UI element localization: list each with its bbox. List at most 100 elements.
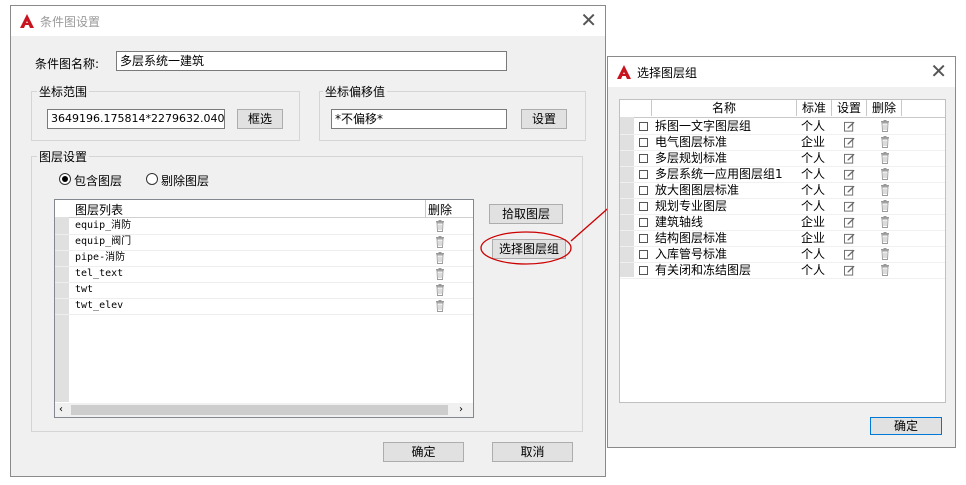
drawing-name-input[interactable]: 多层系统一建筑	[116, 51, 507, 71]
row-checkbox[interactable]	[639, 234, 648, 243]
layer-list-header-label: 图层列表	[75, 203, 124, 217]
group-standard: 企业	[801, 135, 826, 149]
row-checkbox[interactable]	[639, 122, 648, 131]
table-row[interactable]: equip_消防	[55, 218, 473, 235]
trash-icon[interactable]	[880, 200, 890, 212]
scroll-left-icon[interactable]: ‹	[59, 403, 63, 417]
trash-icon[interactable]	[880, 168, 890, 180]
group-standard: 企业	[801, 215, 826, 229]
trash-icon[interactable]	[880, 264, 890, 276]
layer-list[interactable]: 图层列表 删除 equip_消防 equip_阀门 pipe-消防 tel_text t…	[54, 199, 474, 418]
layer-settings-label: 图层设置	[37, 148, 90, 165]
coord-offset-input[interactable]: *不偏移*	[331, 109, 507, 129]
scroll-right-icon[interactable]: ›	[459, 403, 463, 417]
row-checkbox[interactable]	[639, 250, 648, 259]
trash-icon[interactable]	[435, 300, 445, 312]
header-selector	[620, 100, 652, 116]
drawing-name-label: 条件图名称:	[35, 57, 100, 71]
group-standard: 个人	[801, 151, 826, 165]
row-checkbox[interactable]	[639, 218, 648, 227]
ok-button[interactable]: 确定	[383, 442, 464, 462]
row-checkbox[interactable]	[639, 266, 648, 275]
table-row[interactable]: equip_阀门	[55, 234, 473, 251]
header-divider	[425, 200, 426, 217]
edit-icon[interactable]	[844, 264, 855, 280]
group-name: 拆图一文字图层组	[655, 119, 752, 133]
trash-icon[interactable]	[435, 236, 445, 248]
trash-icon[interactable]	[435, 268, 445, 280]
layer-name: twt_elev	[75, 300, 124, 311]
trash-icon[interactable]	[880, 248, 890, 260]
list-item[interactable]: 拆图一文字图层组 个人	[620, 118, 945, 135]
delete-column-header: 删除	[428, 203, 453, 217]
coord-range-label: 坐标范围	[37, 83, 90, 100]
row-checkbox[interactable]	[639, 170, 648, 179]
pick-layer-button[interactable]: 拾取图层	[489, 204, 563, 224]
autocad-logo-icon	[617, 65, 631, 79]
layer-name: twt	[75, 284, 94, 295]
group-name: 有关闭和冻结图层	[655, 263, 752, 277]
coord-range-input[interactable]: 3649196.175814*2279632.04079	[47, 109, 225, 129]
list-item[interactable]: 电气图层标准 企业	[620, 134, 945, 151]
list-item[interactable]: 建筑轴线 企业	[620, 214, 945, 231]
layer-list-header: 图层列表 删除	[55, 200, 473, 218]
trash-icon[interactable]	[880, 184, 890, 196]
group-standard: 个人	[801, 263, 826, 277]
group-table-header: 名称 标准 设置 删除	[620, 100, 945, 118]
list-item[interactable]: 多层系统一应用图层组1 个人	[620, 166, 945, 183]
table-row[interactable]: twt	[55, 282, 473, 299]
include-layers-radio[interactable]	[59, 173, 71, 185]
list-item[interactable]: 有关闭和冻结图层 个人	[620, 262, 945, 279]
layer-name: equip_阀门	[75, 236, 132, 247]
trash-icon[interactable]	[880, 136, 890, 148]
group-ok-button[interactable]: 确定	[870, 417, 942, 435]
group-name: 建筑轴线	[655, 215, 704, 229]
header-name: 名称	[652, 100, 797, 116]
box-select-button[interactable]: 框选	[237, 109, 283, 129]
list-item[interactable]: 入库管号标准 个人	[620, 246, 945, 263]
select-layer-group-button[interactable]: 选择图层组	[492, 239, 566, 259]
exclude-layers-label: 剔除图层	[161, 174, 210, 188]
list-item[interactable]: 多层规划标准 个人	[620, 150, 945, 167]
trash-icon[interactable]	[435, 252, 445, 264]
trash-icon[interactable]	[880, 216, 890, 228]
scroll-thumb[interactable]	[71, 405, 448, 415]
header-standard: 标准	[797, 100, 832, 116]
table-row[interactable]: pipe-消防	[55, 250, 473, 267]
row-checkbox[interactable]	[639, 202, 648, 211]
layer-group-table[interactable]: 名称 标准 设置 删除 拆图一文字图层组 个人 电气图层标准 企业 多层规划标准 个人 多层…	[619, 99, 946, 403]
trash-icon[interactable]	[880, 152, 890, 164]
group-name: 多层系统一应用图层组1	[655, 167, 783, 181]
group-name: 规划专业图层	[655, 199, 728, 213]
exclude-layers-radio[interactable]	[146, 173, 158, 185]
trash-icon[interactable]	[435, 220, 445, 232]
row-checkbox[interactable]	[639, 138, 648, 147]
cancel-button[interactable]: 取消	[492, 442, 573, 462]
conditional-drawing-dialog: 条件图设置 ✕ 条件图名称: 多层系统一建筑 坐标范围 3649196.1758…	[10, 5, 606, 477]
close-icon[interactable]: ✕	[580, 9, 597, 31]
close-icon[interactable]: ✕	[930, 60, 947, 82]
table-row[interactable]: tel_text	[55, 266, 473, 283]
group-name: 结构图层标准	[655, 231, 728, 245]
group-standard: 个人	[801, 167, 826, 181]
row-checkbox[interactable]	[639, 186, 648, 195]
layer-name: pipe-消防	[75, 252, 126, 263]
horizontal-scrollbar[interactable]: ‹ ›	[55, 403, 473, 417]
layer-name: equip_消防	[75, 220, 132, 231]
offset-settings-button[interactable]: 设置	[521, 109, 567, 129]
list-item[interactable]: 规划专业图层 个人	[620, 198, 945, 215]
trash-icon[interactable]	[435, 284, 445, 296]
table-row[interactable]: twt_elev	[55, 298, 473, 315]
trash-icon[interactable]	[880, 120, 890, 132]
autocad-logo-icon	[20, 14, 34, 28]
list-item[interactable]: 结构图层标准 企业	[620, 230, 945, 247]
header-delete: 删除	[867, 100, 902, 116]
group-name: 放大图图层标准	[655, 183, 740, 197]
trash-icon[interactable]	[880, 232, 890, 244]
select-layer-group-dialog: 选择图层组 ✕ 名称 标准 设置 删除 拆图一文字图层组 个人 电气图层标准 企业 多层…	[607, 56, 956, 448]
dialog-title: 条件图设置	[40, 15, 101, 29]
group-standard: 个人	[801, 199, 826, 213]
list-item[interactable]: 放大图图层标准 个人	[620, 182, 945, 199]
row-checkbox[interactable]	[639, 154, 648, 163]
group-title-bar: 选择图层组 ✕	[608, 57, 955, 87]
